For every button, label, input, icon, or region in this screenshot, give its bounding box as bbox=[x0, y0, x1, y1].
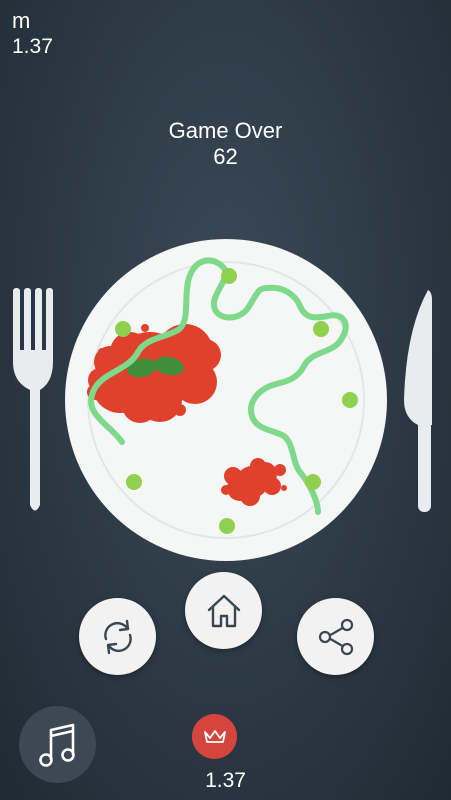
distance-unit-label: m bbox=[12, 8, 31, 33]
game-over-title: Game Over bbox=[168, 118, 283, 143]
knife-icon bbox=[404, 290, 432, 512]
restart-button[interactable] bbox=[79, 598, 156, 675]
best-score-badge bbox=[192, 714, 237, 759]
home-button[interactable] bbox=[185, 572, 262, 649]
score-value: 62 bbox=[213, 144, 238, 169]
fork-icon bbox=[13, 288, 53, 511]
crown-icon bbox=[203, 729, 226, 743]
home-icon bbox=[207, 594, 240, 627]
best-score-value: 1.37 bbox=[205, 769, 246, 792]
share-button[interactable] bbox=[297, 598, 374, 675]
share-icon bbox=[318, 618, 353, 655]
restart-icon bbox=[103, 619, 132, 654]
music-note-icon bbox=[38, 723, 75, 767]
distance-value: 1.37 bbox=[12, 35, 53, 58]
